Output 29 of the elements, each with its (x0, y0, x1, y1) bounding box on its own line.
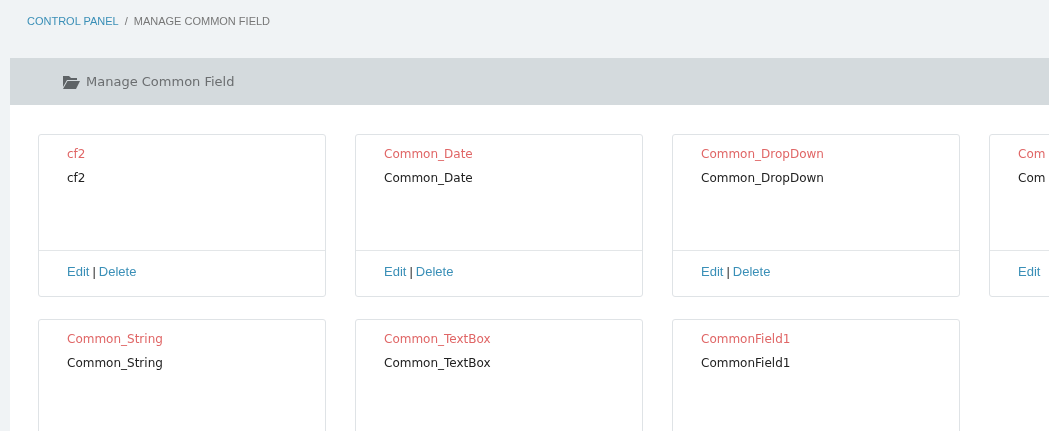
field-title: Common_String (67, 331, 164, 348)
field-title: cf2 (67, 146, 87, 163)
field-title: Common_TextBox (384, 331, 492, 348)
field-value: Common_DropDown (701, 170, 825, 187)
field-title: CommonField1 (701, 331, 792, 348)
field-title: Common_DropDown (701, 146, 825, 163)
field-title: Com (1018, 146, 1047, 163)
edit-link[interactable]: Edit (384, 264, 407, 279)
separator: | (409, 264, 413, 279)
panel-title: Manage Common Field (86, 74, 235, 89)
breadcrumb-separator: / (124, 15, 128, 29)
field-title: Common_Date (384, 146, 474, 163)
field-value: cf2 (67, 170, 87, 187)
field-value: Common_String (67, 355, 164, 372)
edit-link[interactable]: Edit (1018, 264, 1041, 279)
field-value: Common_TextBox (384, 355, 492, 372)
field-value: Com (1018, 170, 1047, 187)
edit-link[interactable]: Edit (701, 264, 724, 279)
separator: | (726, 264, 730, 279)
field-value: Common_Date (384, 170, 474, 187)
separator: | (92, 264, 96, 279)
delete-link[interactable]: Delete (415, 264, 454, 279)
field-value: CommonField1 (701, 355, 792, 372)
delete-link[interactable]: Delete (732, 264, 771, 279)
breadcrumb-link[interactable]: CONTROL PANEL (27, 15, 119, 58)
breadcrumb-current: MANAGE COMMON FIELD (133, 15, 271, 29)
folder-icon (63, 74, 80, 89)
edit-link[interactable]: Edit (67, 264, 90, 279)
delete-link[interactable]: Delete (98, 264, 137, 279)
